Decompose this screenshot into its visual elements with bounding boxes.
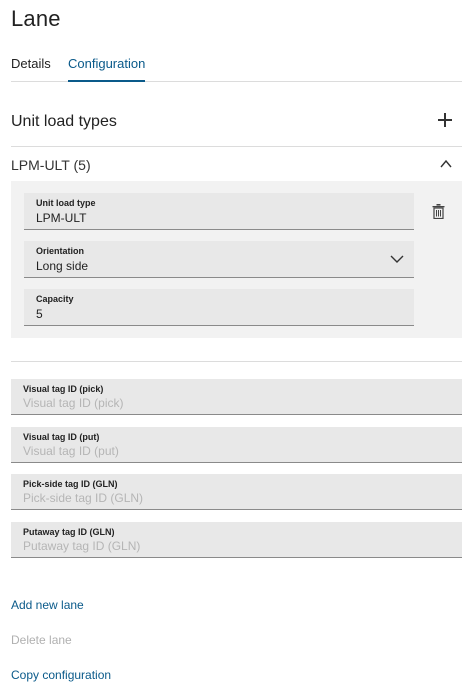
field-value: LPM-ULT	[36, 211, 87, 225]
field-value: 5	[36, 307, 43, 321]
unit-load-group-header[interactable]: LPM-ULT (5)	[11, 157, 91, 173]
section-divider	[11, 146, 462, 147]
field-label: Putaway tag ID (GLN)	[23, 527, 115, 537]
field-label: Orientation	[36, 246, 85, 256]
pick-side-tag-field[interactable]: Pick-side tag ID (GLN) Pick-side tag ID …	[11, 474, 462, 510]
field-placeholder: Putaway tag ID (GLN)	[23, 539, 141, 553]
active-tab-indicator	[68, 80, 145, 82]
visual-tag-put-field[interactable]: Visual tag ID (put) Visual tag ID (put)	[11, 427, 462, 463]
plus-icon[interactable]	[438, 113, 452, 127]
field-label: Unit load type	[36, 198, 96, 208]
copy-configuration-link[interactable]: Copy configuration	[11, 668, 111, 682]
visual-tag-pick-field[interactable]: Visual tag ID (pick) Visual tag ID (pick…	[11, 379, 462, 415]
field-label: Capacity	[36, 294, 74, 304]
field-placeholder: Visual tag ID (put)	[23, 444, 119, 458]
field-value: Long side	[36, 259, 89, 273]
unit-load-type-field[interactable]: Unit load type LPM-ULT	[24, 193, 414, 230]
section-divider	[11, 361, 462, 362]
tab-bar: Details Configuration	[11, 52, 462, 82]
trash-icon[interactable]	[432, 204, 445, 219]
field-placeholder: Pick-side tag ID (GLN)	[23, 491, 144, 505]
add-new-lane-link[interactable]: Add new lane	[11, 598, 84, 612]
tab-configuration[interactable]: Configuration	[68, 56, 145, 71]
orientation-select[interactable]: Orientation Long side	[24, 241, 414, 278]
delete-lane-link[interactable]: Delete lane	[11, 633, 72, 647]
chevron-up-icon[interactable]	[439, 157, 453, 171]
capacity-field[interactable]: Capacity 5	[24, 289, 414, 326]
chevron-down-icon[interactable]	[390, 254, 404, 264]
field-label: Visual tag ID (pick)	[23, 384, 104, 394]
tab-details[interactable]: Details	[11, 56, 51, 71]
putaway-tag-field[interactable]: Putaway tag ID (GLN) Putaway tag ID (GLN…	[11, 522, 462, 558]
page-title: Lane	[11, 6, 61, 31]
field-label: Visual tag ID (put)	[23, 432, 100, 442]
unit-load-types-heading: Unit load types	[11, 113, 117, 130]
field-label: Pick-side tag ID (GLN)	[23, 479, 118, 489]
field-placeholder: Visual tag ID (pick)	[23, 396, 124, 410]
